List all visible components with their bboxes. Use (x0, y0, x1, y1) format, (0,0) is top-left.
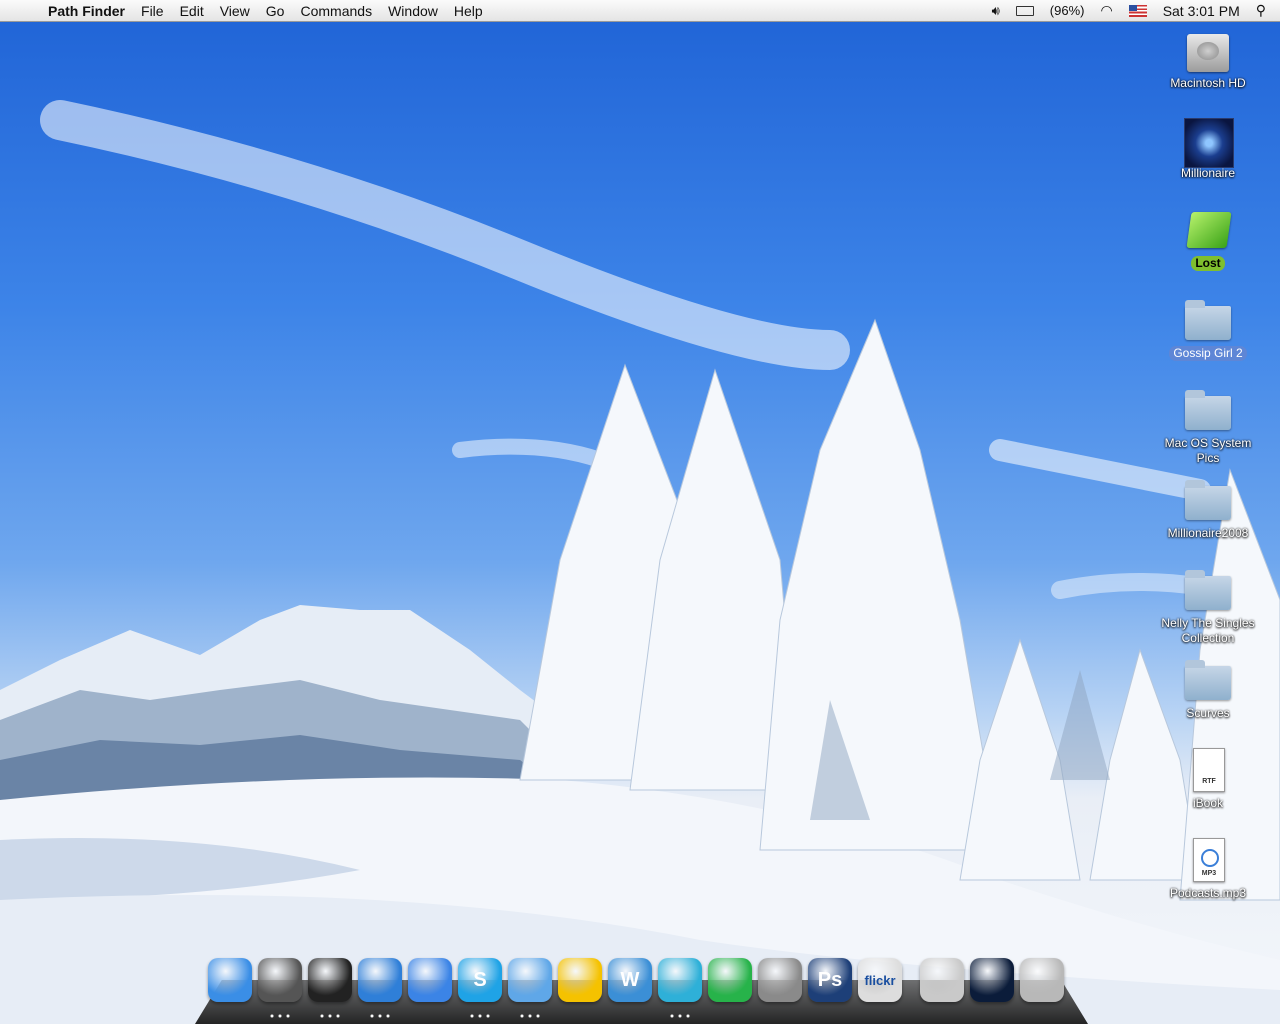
stopwatch-icon (258, 958, 302, 1002)
desktop-icon-millionaire2008[interactable]: Millionaire2008 (1153, 478, 1263, 542)
folder-icon (1185, 390, 1231, 430)
dock-item[interactable] (917, 958, 967, 1008)
itunes-icon (508, 958, 552, 1002)
battery-percent[interactable]: (96%) (1050, 3, 1085, 18)
desktop-icon-label: Nelly The Singles Collection (1161, 616, 1255, 645)
cube-app-icon (708, 958, 752, 1002)
menu-commands[interactable]: Commands (292, 0, 380, 22)
wifi-icon[interactable]: ◠ (1100, 2, 1112, 19)
input-source-flag-icon[interactable] (1128, 4, 1147, 17)
green-folder-icon (1186, 212, 1232, 248)
menu-file[interactable]: File (133, 0, 172, 22)
dock-item[interactable]: flickr (855, 958, 905, 1008)
dock-item[interactable] (355, 958, 405, 1018)
dashboard-icon (308, 958, 352, 1002)
running-indicator (518, 1014, 542, 1018)
trash-icon (1020, 958, 1064, 1002)
folder-icon (1185, 660, 1231, 700)
desktop-icon-label: Mac OS System Pics (1164, 436, 1252, 465)
winter-landscape-image (0, 100, 1280, 1024)
dock-item[interactable] (255, 958, 305, 1018)
desktop-icon-label: Macintosh HD (1170, 76, 1246, 90)
volume-icon[interactable]: 🔊︎ (992, 3, 1000, 19)
system-preferences-icon (758, 958, 802, 1002)
folder-icon (1185, 570, 1231, 610)
dock-item[interactable] (1017, 958, 1067, 1008)
desktop-wallpaper (0, 0, 1280, 1024)
desktop-icon-label: Millionaire (1180, 166, 1236, 180)
running-indicator (368, 1014, 392, 1018)
photoshop-icon: Ps (808, 958, 852, 1002)
running-indicator (668, 1014, 692, 1018)
menu-app-name[interactable]: Path Finder (40, 0, 133, 22)
dock-item[interactable] (305, 958, 355, 1018)
menu-edit[interactable]: Edit (172, 0, 212, 22)
menu-bar: Path Finder File Edit View Go Commands W… (0, 0, 1280, 22)
hard-drive-icon (1187, 34, 1229, 72)
finder-icon (208, 958, 252, 1002)
yahoo-messenger-icon (558, 958, 602, 1002)
desktop-icon-mac-os-system-pics[interactable]: Mac OS System Pics (1153, 388, 1263, 467)
flickr-uploader-icon: flickr (858, 958, 902, 1002)
spotlight-search-icon[interactable]: ⚲ (1256, 2, 1266, 19)
menu-help[interactable]: Help (446, 0, 491, 22)
folder-icon (1185, 480, 1231, 520)
dock-item[interactable]: W (605, 958, 655, 1008)
clock[interactable]: Sat 3:01 PM (1163, 3, 1240, 19)
quicktime-icon (1201, 849, 1219, 867)
desktop-icon-millionaire[interactable]: Millionaire (1153, 118, 1263, 182)
dock-item[interactable] (205, 958, 255, 1008)
desktop-icon-gossip-girl-2[interactable]: Gossip Girl 2 (1153, 298, 1263, 362)
menu-window[interactable]: Window (380, 0, 446, 22)
document-badge: RTF (1202, 778, 1216, 785)
desktop-icon-label: Gossip Girl 2 (1169, 346, 1247, 361)
desktop-icon-label: Lost (1191, 256, 1225, 271)
dock-item[interactable] (967, 958, 1017, 1008)
millionaire-app-icon (1184, 118, 1234, 168)
dock-item[interactable] (755, 958, 805, 1008)
dock: S W Ps flickr (205, 958, 1085, 1022)
dock-item[interactable] (555, 958, 605, 1008)
ichat-icon (408, 958, 452, 1002)
rtf-document-icon: RTF (1193, 748, 1225, 792)
desktop-icon-lost[interactable]: Lost (1153, 208, 1263, 272)
desktop-stack-icon (970, 958, 1014, 1002)
skype-icon: S (458, 958, 502, 1002)
document-badge: MP3 (1201, 870, 1217, 877)
dock-item[interactable]: Ps (805, 958, 855, 1008)
safari-icon (358, 958, 402, 1002)
desktop-icon-nelly-the-singles-collection[interactable]: Nelly The Singles Collection (1153, 568, 1263, 647)
menu-view[interactable]: View (212, 0, 258, 22)
folder-icon (1185, 300, 1231, 340)
battery-icon[interactable] (1015, 5, 1034, 16)
dock-item[interactable] (405, 958, 455, 1008)
dock-item[interactable]: S (455, 958, 505, 1018)
msn-messenger-icon (658, 958, 702, 1002)
dock-item[interactable] (705, 958, 755, 1008)
running-indicator (468, 1014, 492, 1018)
dock-item[interactable] (505, 958, 555, 1018)
running-indicator (268, 1014, 292, 1018)
desktop-icon-scurves[interactable]: Scurves (1153, 658, 1263, 722)
mp3-document-icon: MP3 (1193, 838, 1225, 882)
dock-item[interactable] (655, 958, 705, 1018)
desktop-icon-label: iBook (1192, 796, 1224, 810)
desktop-icon-podcasts-mp3[interactable]: MP3 Podcasts.mp3 (1153, 838, 1263, 902)
desktop-icon-ibook[interactable]: RTF iBook (1153, 748, 1263, 812)
desktop-icon-label: Podcasts.mp3 (1169, 886, 1247, 900)
status-area: 🔊︎ (96%) ◠ Sat 3:01 PM ⚲ (984, 0, 1280, 22)
word-icon: W (608, 958, 652, 1002)
downloads-stack-icon (920, 958, 964, 1002)
desktop-icon-label: Scurves (1186, 706, 1230, 720)
desktop-icon-label: Millionaire2008 (1167, 526, 1249, 540)
desktop-icon-macintosh-hd[interactable]: Macintosh HD (1153, 28, 1263, 92)
menu-go[interactable]: Go (258, 0, 293, 22)
running-indicator (318, 1014, 342, 1018)
